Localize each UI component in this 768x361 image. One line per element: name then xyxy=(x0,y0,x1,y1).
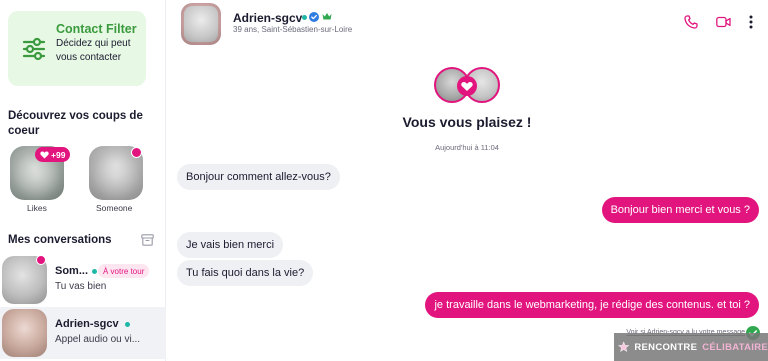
likes-label: Likes xyxy=(27,203,47,213)
profile-subtitle: 39 ans, Saint-Sébastien-sur-Loire xyxy=(233,25,353,34)
match-timestamp: Aujourd'hui à 11:04 xyxy=(435,143,499,152)
match-title: Vous vous plaisez ! xyxy=(402,114,532,130)
avatar xyxy=(2,309,47,357)
conversation-item-active[interactable]: Adrien-sgcv Appel audio ou vi... xyxy=(0,307,166,359)
online-indicator xyxy=(92,269,97,274)
likes-count: +99 xyxy=(51,149,66,160)
contact-filter-description: Décidez qui peut vous contacter xyxy=(56,38,131,63)
chat-area: Vous vous plaisez ! Aujourd'hui à 11:04 … xyxy=(166,48,768,361)
watermark: RENCONTRE CÉLIBATAIRE xyxy=(614,333,768,361)
likes-section-title: Découvrez vos coups de coeur xyxy=(8,110,143,137)
video-icon[interactable] xyxy=(716,16,731,28)
conversation-name: Som... xyxy=(55,265,89,277)
online-indicator xyxy=(125,322,130,327)
someone-label: Someone xyxy=(96,203,133,213)
heart-icon xyxy=(40,150,49,159)
archive-icon[interactable] xyxy=(141,234,154,246)
message-incoming: Bonjour comment allez-vous? xyxy=(177,164,340,190)
message-outgoing: Bonjour bien merci et vous ? xyxy=(601,197,759,223)
conversations-title: Mes conversations xyxy=(8,234,112,246)
online-indicator xyxy=(302,15,307,20)
sliders-icon xyxy=(22,37,46,61)
conversation-preview: Tu vas bien xyxy=(55,281,107,292)
sidebar: Contact Filter Décidez qui peut vous con… xyxy=(0,0,166,361)
profile-avatar[interactable] xyxy=(181,3,221,45)
watermark-text-2: CÉLIBATAIRE xyxy=(702,341,768,353)
conversation-name: Adrien-sgcv xyxy=(55,318,119,330)
contact-filter-card[interactable]: Contact Filter Décidez qui peut vous con… xyxy=(8,11,146,86)
likes-count-badge: +99 xyxy=(35,147,71,162)
phone-icon[interactable] xyxy=(684,15,698,29)
match-avatars xyxy=(434,67,502,105)
message-outgoing: je travaille dans le webmarketing, je ré… xyxy=(425,292,759,318)
star-logo-icon xyxy=(618,341,630,353)
profile-name[interactable]: Adrien-sgcv xyxy=(233,11,302,25)
message-incoming: Je vais bien merci xyxy=(177,232,284,258)
your-turn-badge: À votre tour xyxy=(98,264,150,278)
verified-icon xyxy=(309,12,319,22)
crown-icon xyxy=(322,13,332,20)
contact-filter-title: Contact Filter xyxy=(56,22,137,36)
match-heart-icon xyxy=(457,76,477,96)
unread-dot xyxy=(36,255,46,265)
conversation-item[interactable]: Som... À votre tour Tu vas bien xyxy=(0,254,166,306)
conversation-preview: Appel audio ou vi... xyxy=(55,334,141,345)
chat-header: Adrien-sgcv 39 ans, Saint-Sébastien-sur-… xyxy=(166,0,768,48)
message-incoming: Tu fais quoi dans la vie? xyxy=(177,260,314,286)
more-vertical-icon[interactable] xyxy=(748,14,754,30)
new-indicator-dot xyxy=(131,147,142,158)
watermark-text-1: RENCONTRE xyxy=(634,341,698,353)
